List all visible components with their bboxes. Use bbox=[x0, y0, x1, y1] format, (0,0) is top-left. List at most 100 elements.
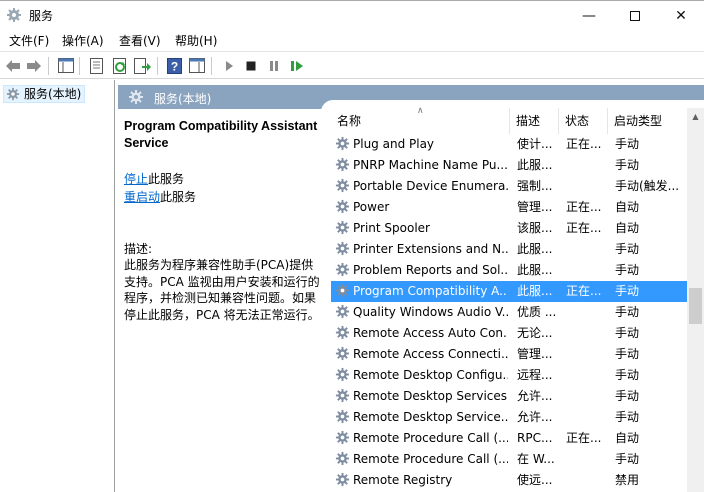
menu-view[interactable]: 查看(V) bbox=[119, 32, 161, 49]
content-header-title: 服务(本地) bbox=[154, 92, 212, 106]
help-button[interactable]: ? bbox=[166, 57, 183, 74]
stop-line: 停止此服务 bbox=[124, 170, 184, 187]
service-name-cell: Printer Extensions and N... bbox=[353, 242, 508, 256]
start-service-button[interactable] bbox=[220, 57, 237, 74]
pause-service-button[interactable] bbox=[265, 57, 282, 74]
console-tree-icon bbox=[57, 58, 74, 73]
console-tree-button[interactable] bbox=[57, 57, 74, 74]
table-row[interactable]: Remote Desktop Service... 允许... 手动 bbox=[331, 407, 687, 428]
table-row[interactable]: Plug and Play 使计... 正在... 手动 bbox=[331, 134, 687, 155]
service-startup-cell: 手动 bbox=[615, 263, 640, 277]
list-header: 名称 ∧ 描述 状态 启动类型 bbox=[321, 106, 687, 134]
minimize-button[interactable]: — bbox=[566, 1, 612, 30]
service-list: 名称 ∧ 描述 状态 启动类型 Plug and Play 使计... 正在... 手… bbox=[321, 100, 704, 492]
service-name-cell: Plug and Play bbox=[353, 137, 435, 151]
table-row[interactable]: Power 管理... 正在... 自动 bbox=[331, 197, 687, 218]
table-row[interactable]: Quality Windows Audio V... 优质 ... 手动 bbox=[331, 302, 687, 323]
service-name-cell: Power bbox=[353, 200, 390, 214]
table-row[interactable]: Printer Extensions and N... 此服... 手动 bbox=[331, 239, 687, 260]
service-startup-cell: 手动 bbox=[615, 137, 640, 151]
service-name-cell: PNRP Machine Name Pu... bbox=[353, 158, 508, 172]
minimize-icon: — bbox=[582, 7, 596, 24]
service-description-cell: 此服... bbox=[517, 158, 553, 172]
table-row[interactable]: Remote Access Auto Con... 无论... 手动 bbox=[331, 323, 687, 344]
table-row[interactable]: Remote Desktop Configu... 远程... 手动 bbox=[331, 365, 687, 386]
services-gear-icon bbox=[6, 87, 20, 105]
service-description-cell: 在 W... bbox=[517, 452, 555, 466]
forward-arrow-icon bbox=[26, 59, 41, 72]
service-startup-cell: 手动 bbox=[615, 158, 640, 172]
service-name-cell: Remote Procedure Call (... bbox=[353, 431, 508, 445]
refresh-button[interactable] bbox=[111, 57, 128, 74]
description-pane: Program Compatibility Assistant Service … bbox=[118, 110, 324, 492]
scroll-up-icon[interactable]: ▲ bbox=[687, 108, 704, 125]
menu-help[interactable]: 帮助(H) bbox=[175, 32, 217, 49]
description-text: 此服务为程序兼容性助手(PCA)提供支持。PCA 监视由用户安装和运行的程序，并… bbox=[124, 258, 320, 322]
service-name-cell: Portable Device Enumera... bbox=[353, 179, 508, 193]
column-header-description[interactable]: 描述 bbox=[510, 108, 559, 134]
table-row[interactable]: Program Compatibility A... 此服... 正在... 手动 bbox=[331, 281, 687, 302]
show-hide-pane-button[interactable] bbox=[188, 57, 205, 74]
table-row[interactable]: PNRP Machine Name Pu... 此服... 手动 bbox=[331, 155, 687, 176]
stop-service-button[interactable] bbox=[242, 57, 259, 74]
table-row[interactable]: Remote Registry 使远... 禁用 bbox=[331, 470, 687, 491]
service-description-cell: 管理... bbox=[517, 347, 553, 361]
table-row[interactable]: Remote Procedure Call (... RPC... 正在... 自动 bbox=[331, 428, 687, 449]
service-startup-cell: 手动 bbox=[615, 368, 640, 382]
restart-service-link[interactable]: 重启动 bbox=[124, 190, 160, 204]
restart-line: 重启动此服务 bbox=[124, 188, 196, 205]
scrollbar-thumb[interactable] bbox=[689, 288, 702, 324]
service-startup-cell: 手动 bbox=[615, 410, 640, 424]
close-icon: ✕ bbox=[675, 7, 687, 24]
service-status-cell: 正在... bbox=[566, 137, 602, 151]
menu-file[interactable]: 文件(F) bbox=[9, 32, 49, 49]
stop-icon bbox=[246, 61, 255, 70]
stop-service-link[interactable]: 停止 bbox=[124, 172, 148, 186]
table-row[interactable]: Remote Access Connecti... 管理... 手动 bbox=[331, 344, 687, 365]
close-button[interactable]: ✕ bbox=[658, 1, 704, 30]
tree-item-services-local[interactable]: 服务(本地) bbox=[3, 85, 86, 105]
service-startup-cell: 手动 bbox=[615, 389, 640, 403]
column-header-startup-type[interactable]: 启动类型 bbox=[608, 108, 687, 134]
window-title: 服务 bbox=[29, 9, 54, 23]
description-label: 描述: bbox=[124, 242, 153, 256]
service-name-cell: Program Compatibility A... bbox=[353, 284, 508, 298]
services-gear-icon bbox=[128, 89, 144, 108]
vertical-scrollbar[interactable]: ▲ bbox=[687, 108, 704, 492]
properties-button[interactable] bbox=[88, 57, 105, 74]
service-description-cell: 允许... bbox=[517, 410, 553, 424]
table-row[interactable]: Problem Reports and Sol... 此服... 手动 bbox=[331, 260, 687, 281]
column-header-status[interactable]: 状态 bbox=[559, 108, 608, 134]
properties-icon bbox=[90, 57, 103, 74]
export-list-button[interactable] bbox=[134, 57, 151, 74]
service-gear-icon bbox=[335, 472, 350, 492]
service-description-cell: 管理... bbox=[517, 200, 553, 214]
export-list-icon bbox=[134, 57, 151, 74]
service-startup-cell: 手动 bbox=[615, 347, 640, 361]
forward-button[interactable] bbox=[25, 57, 42, 74]
table-row[interactable]: Portable Device Enumera... 强制... 手动(触发... bbox=[331, 176, 687, 197]
table-row[interactable]: Remote Procedure Call (... 在 W... 手动 bbox=[331, 449, 687, 470]
service-description-cell: 强制... bbox=[517, 179, 553, 193]
service-name-cell: Remote Access Connecti... bbox=[353, 347, 508, 361]
table-row[interactable]: Print Spooler 该服... 正在... 自动 bbox=[331, 218, 687, 239]
service-status-cell: 正在... bbox=[566, 284, 602, 298]
service-description-cell: 此服... bbox=[517, 263, 553, 277]
resume-service-button[interactable] bbox=[288, 57, 305, 74]
service-description-cell: 允许... bbox=[517, 389, 553, 403]
refresh-icon bbox=[112, 57, 126, 74]
stop-suffix: 此服务 bbox=[148, 172, 185, 186]
service-status-cell: 正在... bbox=[566, 221, 602, 235]
maximize-button[interactable] bbox=[612, 1, 658, 30]
service-name-cell: Remote Access Auto Con... bbox=[353, 326, 508, 340]
service-description-cell: RPC... bbox=[517, 431, 553, 445]
service-startup-cell: 手动 bbox=[615, 284, 640, 298]
service-name-cell: Remote Desktop Configu... bbox=[353, 368, 508, 382]
back-button[interactable] bbox=[4, 57, 21, 74]
menu-action[interactable]: 操作(A) bbox=[62, 32, 104, 49]
service-startup-cell: 自动 bbox=[615, 200, 640, 214]
sort-ascending-icon: ∧ bbox=[417, 106, 424, 116]
start-icon bbox=[225, 60, 233, 71]
menu-bar: 文件(F) 操作(A) 查看(V) 帮助(H) bbox=[0, 29, 704, 51]
table-row[interactable]: Remote Desktop Services 允许... 手动 bbox=[331, 386, 687, 407]
